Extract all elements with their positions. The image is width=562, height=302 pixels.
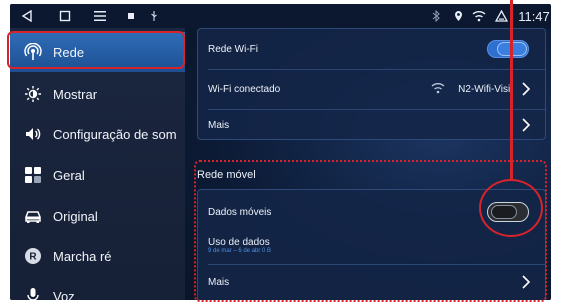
sidebar-item-label: Mostrar [53,86,98,102]
sidebar-item-mostrar[interactable]: Mostrar [10,74,185,114]
sidebar-item-label: Geral [53,167,85,183]
status-bar: 11:47 [10,4,551,28]
speaker-icon [23,124,43,144]
wifi-connected-row[interactable]: Wi-Fi conectado N2-Wifi-Visit [198,71,545,107]
sidebar-item-label: Voz [53,288,75,301]
sidebar-item-label: Marcha ré [53,248,112,264]
sidebar-item-original[interactable]: Original [10,196,185,236]
divider [208,69,545,70]
back-icon[interactable] [20,7,34,25]
wifi-signal-icon [431,82,445,97]
brightness-icon [23,84,43,104]
sidebar-item-marcha-re[interactable]: R Marcha ré [10,236,185,276]
warning-icon [494,7,508,25]
divider [208,109,545,110]
apps-icon [23,165,43,185]
wifi-toggle[interactable] [487,40,529,58]
menu-icon[interactable] [92,7,108,25]
chevron-right-icon [522,118,531,132]
wifi-connected-label: Wi-Fi conectado [208,83,281,95]
reverse-icon: R [23,246,43,266]
wifi-label: Rede Wi-Fi [208,43,259,55]
clock: 11:47 [518,8,550,24]
wifi-network-name: N2-Wifi-Visit [458,83,513,95]
sidebar-item-som[interactable]: Configuração de som [10,114,185,154]
square-icon [126,7,136,25]
sidebar-item-label: Original [53,208,98,224]
svg-text:R: R [29,252,37,263]
wifi-more-label: Mais [208,119,230,131]
chevron-right-icon [522,82,531,96]
usb-icon [149,7,159,25]
location-icon [452,7,464,25]
annotation-pointer-line [510,0,513,181]
sidebar-item-voz[interactable]: Voz [10,276,185,300]
mic-icon [23,286,43,300]
bluetooth-icon [430,7,442,25]
wifi-card: Rede Wi-Fi Wi-Fi conectado N2-Wifi-Visit… [197,28,546,140]
sidebar-item-geral[interactable]: Geral [10,155,185,195]
sidebar-item-label: Configuração de som [53,126,177,142]
wifi-toggle-row[interactable]: Rede Wi-Fi [198,31,545,67]
highlight-outline-rede [7,31,185,69]
car-icon [23,206,43,226]
highlight-circle-toggle [479,179,543,237]
wifi-icon [472,7,486,25]
home-icon[interactable] [58,7,72,25]
wifi-more-row[interactable]: Mais [198,111,545,139]
